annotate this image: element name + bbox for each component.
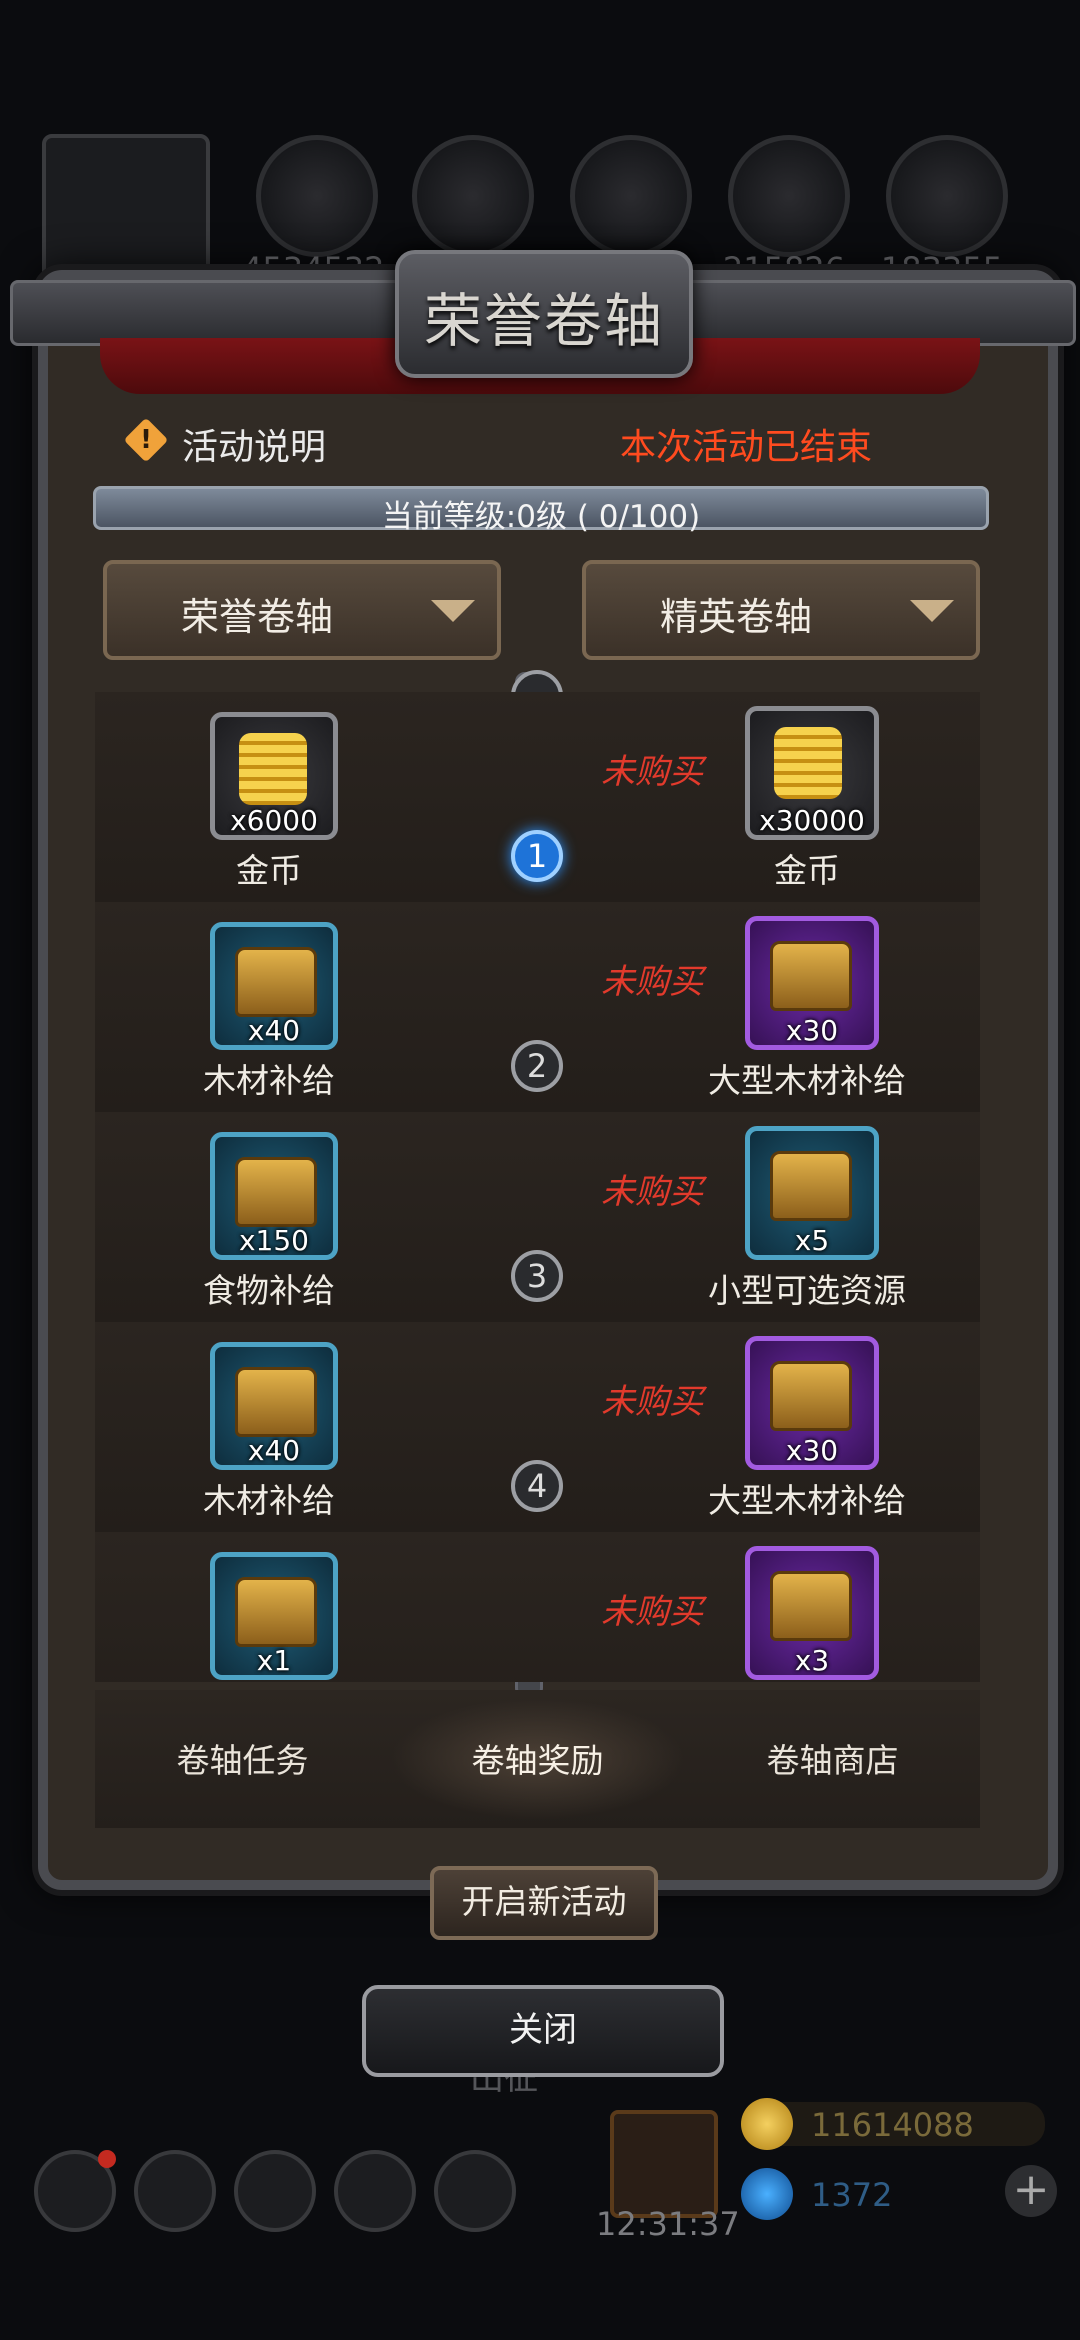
chest-shape [770,1361,852,1431]
gem-display: 1372 [741,2168,1045,2220]
alliance-icon[interactable] [434,2150,516,2232]
chest-icon[interactable]: x3 [745,1546,879,1680]
castle-icon[interactable] [234,2150,316,2232]
item-quantity: x30 [785,1434,839,1467]
chest-shape [235,947,317,1017]
title-plate: 荣誉卷轴 [395,250,693,378]
event-ended-text: 本次活动已结束 [620,427,873,468]
gold-coin-icon [741,2098,793,2150]
add-currency-button[interactable]: + [1005,2165,1057,2217]
start-new-activity-button[interactable]: 开启新活动 [430,1866,658,1940]
item-quantity: x6000 [230,804,318,837]
meat-resource-icon [256,135,378,257]
panel-title: 荣誉卷轴 [423,287,664,355]
item-quantity: x40 [247,1014,301,1047]
dropdown-label: 荣誉卷轴 [180,595,333,639]
item-name: 大型木材补给 [708,1481,906,1520]
tab-scroll-rewards[interactable]: 卷轴奖励 [390,1734,685,1782]
level-node: 4 [511,1460,563,1512]
clock: 12:31:37 [596,2205,740,2243]
iron-resource-icon [570,135,692,257]
avatar[interactable] [42,134,210,292]
wood-chest-icon[interactable]: x30 [745,916,879,1050]
wood-resource-icon [412,135,534,257]
item-name: 木材补给 [203,1481,335,1520]
not-purchased-label: 未购买 [601,1382,703,1422]
item-name: 金币 [236,851,302,890]
reward-row: x1 未购买 x3 [95,1532,980,1682]
chest-shape [770,1571,852,1641]
gift-box-icon[interactable] [610,2110,718,2218]
gold-display: 11614088 [741,2098,1045,2150]
item-name: 食物补给 [203,1271,335,1310]
coin-stack [239,733,307,805]
gold-coins-icon[interactable]: x6000 [210,712,338,840]
chest-icon[interactable]: x1 [210,1552,338,1680]
close-button[interactable]: 关闭 [362,1985,724,2077]
item-name: 大型木材补给 [708,1061,906,1100]
item-quantity: x30000 [759,804,865,837]
item-quantity: x150 [238,1224,309,1257]
chest-shape [770,941,852,1011]
resource-chest-icon[interactable]: x5 [745,1126,879,1260]
level-node: 3 [511,1250,563,1302]
level-node: 2 [511,1040,563,1092]
shield-icon[interactable] [134,2150,216,2232]
item-quantity: x40 [247,1434,301,1467]
wood-chest-icon[interactable]: x40 [210,1342,338,1470]
not-purchased-label: 未购买 [601,962,703,1002]
elite-scroll-dropdown[interactable]: 精英卷轴 [582,560,980,660]
gem-icon [741,2168,793,2220]
dropdown-label: 精英卷轴 [659,595,812,639]
chest-shape [235,1157,317,1227]
item-quantity: x5 [794,1224,830,1257]
not-purchased-label: 未购买 [601,752,703,792]
item-name: 小型可选资源 [708,1271,906,1310]
chest-shape [235,1577,317,1647]
honor-scroll-dropdown[interactable]: 荣誉卷轴 [103,560,501,660]
food-chest-icon[interactable]: x150 [210,1132,338,1260]
not-purchased-label: 未购买 [601,1592,703,1632]
chevron-down-icon [910,600,954,622]
chest-shape [235,1367,317,1437]
scroll-tabs: 卷轴任务 卷轴奖励 卷轴商店 [95,1690,980,1828]
warning-icon: ! [123,417,169,463]
coin-stack [774,727,842,799]
item-name: 金币 [774,851,840,890]
item-quantity: x30 [785,1014,839,1047]
level-text: 当前等级:0级 ( 0/100) [381,499,701,535]
tab-scroll-tasks[interactable]: 卷轴任务 [95,1734,390,1782]
chevron-down-icon [431,600,475,622]
level-node: 1 [511,830,563,882]
gold-coins-icon[interactable]: x30000 [745,706,879,840]
bottom-hud: 出征 12:31:37 11614088 1372 + [0,2058,1080,2340]
crystal-resource-icon [728,135,850,257]
stone-resource-icon [886,135,1008,257]
notification-dot [98,2150,116,2168]
tab-scroll-shop[interactable]: 卷轴商店 [685,1734,980,1782]
item-quantity: x1 [256,1644,292,1677]
gem-amount: 1372 [811,2176,893,2214]
event-info-label: 活动说明 [182,427,327,468]
item-quantity: x3 [794,1644,830,1677]
wood-chest-icon[interactable]: x30 [745,1336,879,1470]
item-name: 木材补给 [203,1061,335,1100]
level-progress-bar: 当前等级:0级 ( 0/100) [93,486,989,535]
wood-chest-icon[interactable]: x40 [210,922,338,1050]
gold-amount: 11614088 [811,2106,974,2144]
not-purchased-label: 未购买 [601,1172,703,1212]
chest-shape [770,1151,852,1221]
settings-icon[interactable] [34,2150,116,2232]
mail-icon[interactable] [334,2150,416,2232]
